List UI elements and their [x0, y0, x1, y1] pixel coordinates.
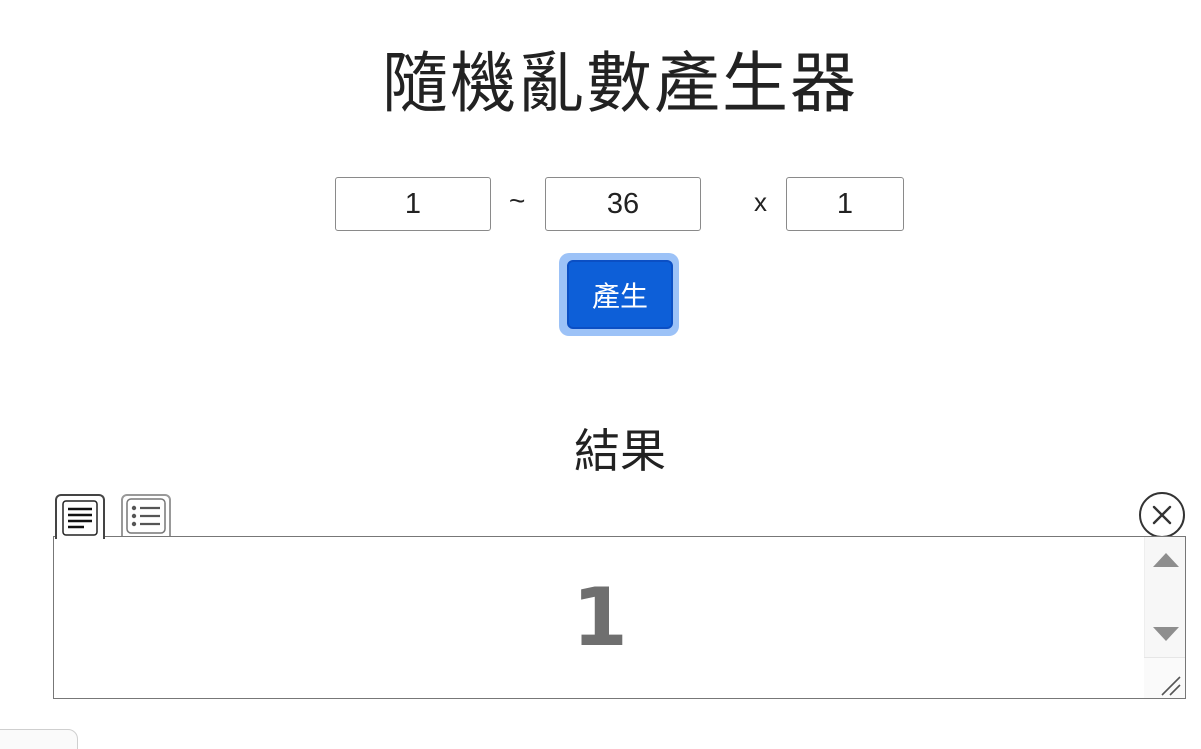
result-heading: 結果: [574, 424, 666, 478]
resize-grip[interactable]: [1144, 657, 1185, 698]
resize-grip-icon: [1161, 676, 1181, 696]
generate-button[interactable]: 產生: [567, 260, 673, 329]
text-view-icon: [62, 499, 98, 536]
close-circle-icon: [1152, 505, 1172, 525]
result-value: 1: [572, 571, 628, 664]
page-title: 隨機亂數產生器: [382, 45, 858, 122]
text-view-button[interactable]: [55, 494, 105, 539]
result-textarea[interactable]: 1: [53, 536, 1186, 699]
max-number-input[interactable]: [545, 177, 701, 231]
count-input[interactable]: [786, 177, 904, 231]
result-scrollbar[interactable]: [1144, 537, 1185, 698]
clear-result-button[interactable]: [1139, 492, 1185, 538]
scroll-up-arrow-icon[interactable]: [1153, 553, 1179, 567]
count-multiplier-label: x: [754, 187, 767, 217]
min-number-input[interactable]: [335, 177, 491, 231]
scroll-down-arrow-icon[interactable]: [1153, 627, 1179, 641]
range-row: ~ x: [0, 177, 1201, 231]
list-view-icon: [126, 498, 166, 534]
random-number-generator-page: 隨機亂數產生器 ~ x 產生 結果: [0, 0, 1201, 749]
list-view-button[interactable]: [121, 494, 171, 538]
bottom-corner-tab[interactable]: [0, 729, 78, 749]
range-separator: ~: [509, 185, 526, 216]
